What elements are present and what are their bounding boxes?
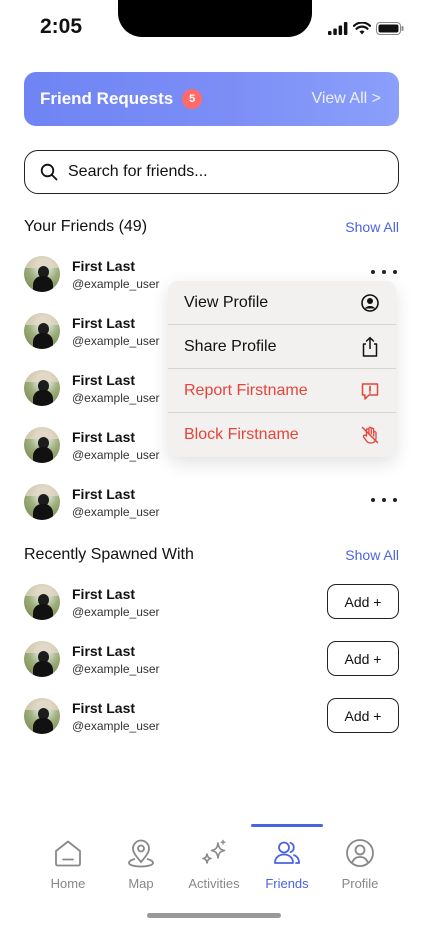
friend-handle: @example_user (72, 504, 160, 519)
recent-show-all-link[interactable]: Show All (345, 547, 399, 563)
recent-name: First Last (72, 699, 136, 716)
more-options-button[interactable] (371, 490, 397, 510)
tab-label: Friends (265, 876, 309, 891)
block-hand-icon (361, 426, 379, 444)
friend-name: First Last (72, 371, 136, 388)
friends-icon (274, 841, 300, 864)
notch (118, 0, 312, 37)
avatar (24, 584, 60, 620)
search-input[interactable] (68, 163, 368, 181)
recent-handle: @example_user (72, 718, 160, 733)
active-tab-indicator (251, 824, 323, 827)
more-options-button[interactable] (371, 262, 397, 282)
battery-icon (376, 22, 404, 35)
friend-name: First Last (72, 428, 136, 445)
sparkles-icon (202, 839, 226, 864)
add-friend-button[interactable]: Add + (327, 641, 399, 676)
avatar (24, 313, 60, 349)
recent-row[interactable]: First Last @example_user Add + (24, 696, 399, 736)
friend-context-menu: View Profile Share Profile Report Firstn… (168, 281, 396, 457)
recent-section-header: Recently Spawned With Show All (24, 546, 399, 564)
friend-handle: @example_user (72, 276, 160, 291)
requests-count-badge: 5 (182, 89, 203, 109)
avatar (24, 256, 60, 292)
tab-activities[interactable]: Activities (178, 838, 250, 891)
wifi-icon (353, 22, 371, 35)
friend-name: First Last (72, 257, 136, 274)
signal-icon (328, 22, 348, 35)
friend-name: First Last (72, 314, 136, 331)
search-bar[interactable] (24, 150, 399, 194)
friend-name: First Last (72, 485, 136, 502)
user-circle-icon (361, 293, 379, 312)
recent-row[interactable]: First Last @example_user Add + (24, 582, 399, 622)
profile-icon (346, 839, 374, 867)
status-bar: 2:05 (0, 0, 428, 56)
tab-label: Map (128, 876, 154, 891)
tab-home[interactable]: Home (32, 838, 104, 891)
status-icons (328, 22, 404, 35)
tab-profile[interactable]: Profile (324, 838, 396, 891)
avatar (24, 641, 60, 677)
menu-item-label: Share Profile (184, 337, 277, 355)
friends-section-header: Your Friends (49) Show All (24, 218, 399, 236)
avatar (24, 484, 60, 520)
menu-item-report[interactable]: Report Firstname (168, 369, 396, 413)
recent-name: First Last (72, 642, 136, 659)
menu-item-share-profile[interactable]: Share Profile (168, 325, 396, 369)
recent-handle: @example_user (72, 661, 160, 676)
recent-section-title: Recently Spawned With (24, 546, 194, 563)
tab-label: Home (50, 876, 86, 891)
friend-requests-title: Friend Requests (40, 89, 174, 108)
status-time: 2:05 (40, 15, 83, 38)
menu-item-view-profile[interactable]: View Profile (168, 281, 396, 325)
add-friend-button[interactable]: Add + (327, 584, 399, 619)
avatar (24, 427, 60, 463)
tab-label: Profile (341, 876, 379, 891)
recent-name: First Last (72, 585, 136, 602)
friend-requests-banner[interactable]: Friend Requests 5 View All > (24, 72, 399, 126)
share-icon (362, 336, 378, 357)
tab-friends[interactable]: Friends (251, 838, 323, 891)
friends-section-title: Your Friends (49) (24, 218, 148, 235)
recent-row[interactable]: First Last @example_user Add + (24, 639, 399, 679)
avatar (24, 698, 60, 734)
friend-row[interactable]: First Last @example_user (24, 482, 399, 522)
bottom-tab-bar: Home Map Activities Friends Profile (0, 820, 428, 926)
friend-handle: @example_user (72, 390, 160, 405)
friend-handle: @example_user (72, 333, 160, 348)
friend-handle: @example_user (72, 447, 160, 462)
menu-item-label: Report Firstname (184, 381, 308, 399)
menu-item-label: Block Firstname (184, 426, 299, 443)
add-friend-button[interactable]: Add + (327, 698, 399, 733)
menu-item-label: View Profile (184, 293, 269, 311)
search-icon (40, 163, 58, 181)
avatar (24, 370, 60, 406)
tab-map[interactable]: Map (105, 838, 177, 891)
recent-handle: @example_user (72, 604, 160, 619)
home-icon (55, 840, 81, 867)
map-pin-icon (128, 839, 154, 868)
report-icon (361, 382, 379, 400)
home-indicator (147, 913, 281, 918)
friends-show-all-link[interactable]: Show All (345, 219, 399, 235)
tab-label: Activities (188, 876, 240, 891)
view-all-requests-link[interactable]: View All > (311, 90, 381, 108)
menu-item-block[interactable]: Block Firstname (168, 413, 396, 457)
